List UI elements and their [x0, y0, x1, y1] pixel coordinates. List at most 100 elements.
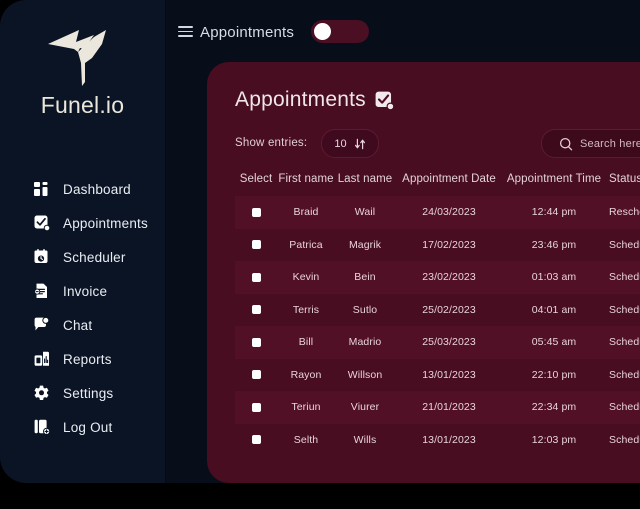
cell-last-name: Madrio [335, 326, 395, 359]
cell-first-name: Rayon [290, 368, 322, 381]
cell-first-name: Bill [277, 326, 335, 359]
search-input[interactable]: Search here [541, 129, 640, 158]
table-row[interactable]: KevinBein23/02/202301:03 amScheduled [235, 261, 640, 294]
row-select-cell [235, 229, 277, 262]
cell-status: Scheduled [605, 391, 640, 424]
cell-last-name: Viurer [335, 391, 395, 424]
column-header-status[interactable]: Status [605, 167, 640, 196]
sidebar-item-invoice[interactable]: Invoice [0, 274, 165, 308]
cell-appointment-time: 05:45 am [503, 326, 605, 359]
sidebar-nav: Dashboard Appointments Scheduler Invoice… [0, 172, 165, 444]
topbar: Appointments [165, 0, 640, 58]
column-header-appointment-date[interactable]: Appointment Date [395, 167, 503, 196]
table-row[interactable]: BillMadrio25/03/202305:45 amScheduled [235, 326, 640, 359]
row-checkbox[interactable] [251, 207, 261, 217]
cell-last-name: Wills [353, 433, 377, 446]
logout-icon [33, 419, 50, 436]
cell-appointment-date: 24/03/2023 [395, 196, 503, 229]
appointments-table: Select First name Last name Appointment … [235, 167, 640, 456]
funnel-arrow-logo-icon [47, 30, 106, 86]
row-checkbox[interactable] [251, 402, 261, 412]
hamburger-bar [178, 26, 193, 28]
app-frame: Funel.io Dashboard Appointments Schedule… [0, 0, 640, 483]
sort-updown-icon [354, 138, 365, 149]
row-checkbox[interactable] [251, 337, 261, 347]
calendar-clock-icon [33, 249, 50, 266]
row-select-cell [235, 261, 277, 294]
cell-appointment-date: 13/01/2023 [422, 433, 476, 446]
row-select-cell [235, 196, 277, 229]
cell-status: Scheduled [605, 261, 640, 294]
card-title: Appointments [235, 88, 366, 111]
cell-appointment-date: 13/01/2023 [422, 368, 476, 381]
entries-value: 10 [334, 137, 347, 150]
cell-status: Scheduled [609, 368, 640, 381]
hamburger-icon[interactable] [178, 26, 193, 37]
checkbox-check-icon [375, 91, 394, 110]
cell-status: Scheduled [609, 238, 640, 251]
table-header-row: Select First name Last name Appointment … [235, 167, 640, 196]
column-header-appointment-time[interactable]: Appointment Time [503, 167, 605, 196]
sidebar-item-scheduler[interactable]: Scheduler [0, 240, 165, 274]
sidebar-item-appointments[interactable]: Appointments [0, 206, 165, 240]
gear-icon [33, 385, 50, 402]
invoice-document-icon [33, 283, 50, 300]
sidebar-item-chat[interactable]: Chat [0, 308, 165, 342]
cell-first-name: Kevin [277, 261, 335, 294]
cell-appointment-time: 04:01 am [531, 303, 577, 316]
cell-first-name: Patrica [289, 238, 323, 251]
entries-per-page-select[interactable]: 10 [321, 129, 379, 158]
sidebar-item-label: Appointments [63, 215, 148, 231]
sidebar-item-settings[interactable]: Settings [0, 376, 165, 410]
page-title: Appointments [200, 24, 295, 41]
row-select-cell [235, 391, 277, 424]
row-checkbox[interactable] [251, 370, 261, 380]
table-body: BraidWail24/03/202312:44 pmRescheduledPa… [235, 196, 640, 456]
cell-appointment-date: 21/01/2023 [395, 391, 503, 424]
sidebar-item-label: Scheduler [63, 249, 126, 265]
cell-last-name: Wail [335, 196, 395, 229]
table-row[interactable]: BraidWail24/03/202312:44 pmRescheduled [235, 196, 640, 229]
chat-bubble-icon [33, 317, 50, 334]
table-row[interactable]: Rayon Willson 13/01/2023 22:10 pm Scheduled [235, 359, 640, 392]
mode-toggle-switch[interactable] [311, 20, 369, 43]
cell-first-name: Selth [293, 433, 319, 446]
search-icon [559, 137, 573, 150]
sidebar: Funel.io Dashboard Appointments Schedule… [0, 0, 166, 483]
column-header-select[interactable]: Select [235, 167, 277, 196]
cell-last-name: Magrik [348, 238, 382, 251]
table-row[interactable]: Terris Sutlo 25/02/2023 04:01 am Scheduled [235, 294, 640, 327]
table-row[interactable]: TeriunViurer21/01/202322:34 pmScheduled [235, 391, 640, 424]
table-row[interactable]: Patrica Magrik 17/02/2023 23:46 pm Scheduled [235, 229, 640, 262]
sidebar-item-reports[interactable]: Reports [0, 342, 165, 376]
column-header-first-name[interactable]: First name [277, 167, 335, 196]
table-row[interactable]: Selth Wills 13/01/2023 12:03 pm Scheduled [235, 424, 640, 457]
cell-appointment-date: 23/02/2023 [395, 261, 503, 294]
brand-logo: Funel.io [0, 22, 165, 119]
cell-last-name: Willson [347, 368, 383, 381]
sidebar-item-dashboard[interactable]: Dashboard [0, 172, 165, 206]
report-chart-icon [33, 351, 50, 368]
sidebar-item-label: Dashboard [63, 181, 131, 197]
cell-first-name: Teriun [277, 391, 335, 424]
row-checkbox[interactable] [251, 240, 261, 250]
show-entries-label: Show entries: [235, 137, 308, 149]
cell-appointment-time: 12:44 pm [503, 196, 605, 229]
grid-dashboard-icon [33, 181, 50, 198]
row-checkbox[interactable] [251, 272, 261, 282]
row-select-cell [235, 294, 277, 327]
cell-appointment-time: 22:34 pm [503, 391, 605, 424]
cell-appointment-time: 23:46 pm [531, 238, 577, 251]
row-checkbox[interactable] [251, 435, 261, 445]
cell-appointment-time: 22:10 pm [531, 368, 577, 381]
row-select-cell [235, 424, 277, 457]
appointments-card: Appointments Show entries: 10 Search her… [207, 62, 640, 483]
column-header-last-name[interactable]: Last name [335, 167, 395, 196]
cell-first-name: Braid [277, 196, 335, 229]
checkbox-check-icon [33, 215, 50, 232]
sidebar-item-label: Invoice [63, 283, 108, 299]
sidebar-item-log-out[interactable]: Log Out [0, 410, 165, 444]
row-checkbox[interactable] [251, 305, 261, 315]
cell-appointment-date: 17/02/2023 [422, 238, 476, 251]
sidebar-item-label: Chat [63, 317, 93, 333]
